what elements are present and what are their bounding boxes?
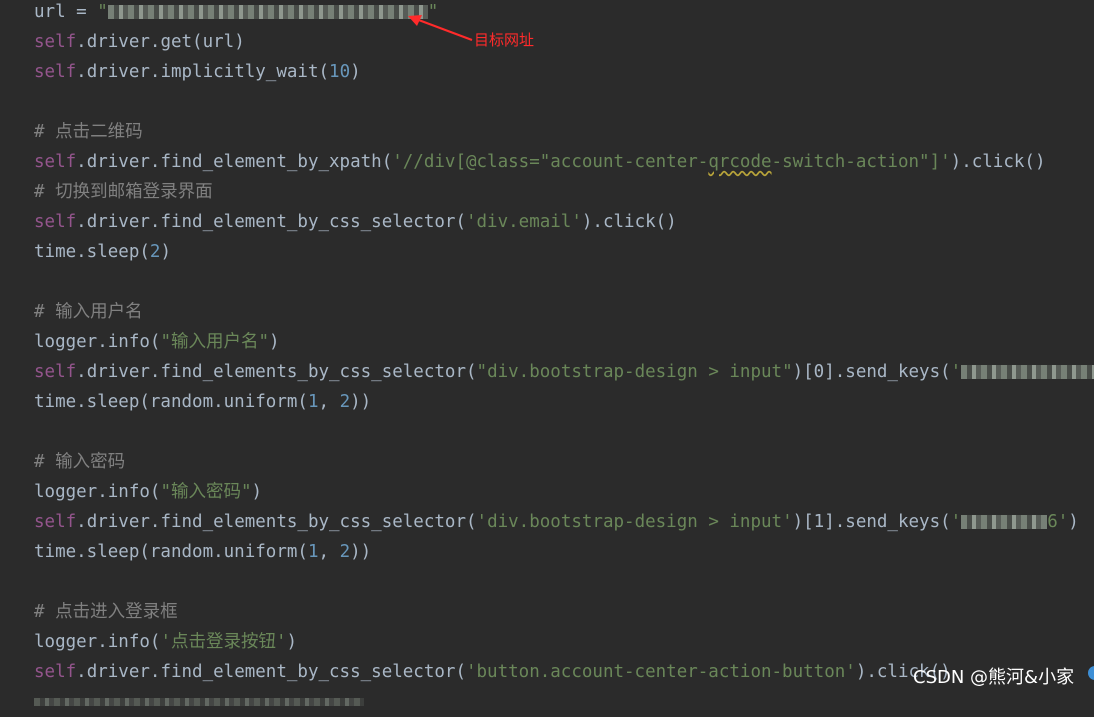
code-comment: # 输入密码: [34, 452, 126, 472]
code-token: .driver.find_elements_by_css_selector(: [76, 362, 477, 382]
code-line-partial: [34, 687, 364, 717]
string-literal: "输入密码": [160, 482, 252, 502]
code-token: .driver.find_elements_by_css_selector(: [76, 512, 477, 532]
number-literal: 2: [339, 392, 351, 412]
code-line: self.driver.find_elements_by_css_selecto…: [34, 507, 1079, 537]
string-literal: 'div.email': [465, 212, 582, 232]
code-line: self.driver.find_elements_by_css_selecto…: [34, 357, 1094, 387]
code-line: self.driver.get(url): [34, 27, 245, 57]
code-token: logger.info(: [34, 332, 161, 352]
code-token: time.sleep(random.uniform(: [34, 392, 308, 412]
cut-off-line: [34, 698, 364, 706]
code-line: logger.info("输入用户名"): [34, 327, 280, 357]
code-comment: # 切换到邮箱登录界面: [34, 182, 213, 202]
code-token: ): [160, 242, 171, 262]
code-line-url: url = " ": [34, 0, 438, 27]
string-literal: '//div[@class="account-center-: [392, 152, 709, 172]
code-line: self.driver.implicitly_wait(10): [34, 57, 361, 87]
string-quote: ': [950, 512, 962, 532]
code-token: logger.info(: [34, 632, 161, 652]
watermark: CSDN @熊河&小家: [913, 667, 1075, 688]
code-token: logger.info(: [34, 482, 161, 502]
string-literal: -switch-action"]': [771, 152, 951, 172]
code-token: ): [286, 632, 298, 652]
code-token: .driver.find_element_by_css_selector(: [76, 212, 466, 232]
number-literal: 10: [329, 62, 351, 82]
annotation-label: 目标网址: [474, 31, 535, 49]
code-token: ): [350, 62, 361, 82]
code-token: ): [251, 482, 263, 502]
code-token: time.sleep(: [34, 242, 150, 262]
number-literal: 1: [307, 392, 319, 412]
code-token: )[1].send_keys(: [792, 512, 951, 532]
code-editor[interactable]: url = " " self.driver.get(url) self.drive…: [0, 0, 1094, 706]
code-line: time.sleep(random.uniform(1, 2)): [34, 537, 371, 567]
code-comment: # 点击二维码: [34, 122, 143, 142]
code-token: ): [1068, 512, 1079, 532]
code-line: time.sleep(2): [34, 237, 171, 267]
code-token: .driver.get(url): [76, 32, 245, 52]
code-line: self.driver.find_element_by_css_selector…: [34, 207, 677, 237]
annotation-arrow-icon: [408, 15, 473, 42]
string-quote: ": [97, 2, 108, 22]
self-keyword: self: [34, 362, 77, 382]
self-keyword: self: [34, 32, 77, 52]
code-token: )[0].send_keys(: [792, 362, 951, 382]
self-keyword: self: [34, 212, 77, 232]
code-token: time.sleep(random.uniform(: [34, 542, 308, 562]
code-line: time.sleep(random.uniform(1, 2)): [34, 387, 371, 417]
code-token: .driver.implicitly_wait(: [76, 62, 330, 82]
code-line: logger.info("输入密码"): [34, 477, 262, 507]
string-literal: 6': [1047, 512, 1069, 532]
code-token: .driver.find_element_by_css_selector(: [76, 662, 466, 682]
redacted-username: [961, 365, 1094, 379]
code-line: self.driver.find_element_by_css_selector…: [34, 657, 951, 687]
redacted-url: [107, 5, 428, 19]
string-quote: ': [950, 362, 962, 382]
self-keyword: self: [34, 152, 77, 172]
code-token: ).click(): [950, 152, 1046, 172]
self-keyword: self: [34, 662, 77, 682]
string-literal: "输入用户名": [160, 332, 270, 352]
number-literal: 2: [149, 242, 161, 262]
redacted-password: [961, 515, 1048, 529]
code-token: ,: [318, 392, 340, 412]
number-literal: 2: [339, 542, 351, 562]
code-token: )): [350, 392, 372, 412]
code-comment: # 输入用户名: [34, 302, 143, 322]
code-line: self.driver.find_element_by_xpath('//div…: [34, 147, 1045, 177]
string-literal: 'div.bootstrap-design > input': [476, 512, 793, 532]
code-token: ).click(): [581, 212, 677, 232]
code-token: url =: [34, 2, 98, 22]
string-literal: '点击登录按钮': [160, 632, 287, 652]
code-token: )): [350, 542, 372, 562]
string-literal: 'button.account-center-action-button': [465, 662, 856, 682]
typo-squiggle: qrcode: [708, 152, 772, 172]
string-literal: "div.bootstrap-design > input": [476, 362, 793, 382]
code-token: .driver.find_element_by_xpath(: [76, 152, 393, 172]
number-literal: 1: [307, 542, 319, 562]
code-line: logger.info('点击登录按钮'): [34, 627, 297, 657]
self-keyword: self: [34, 512, 77, 532]
code-token: ,: [318, 542, 340, 562]
code-comment: # 点击进入登录框: [34, 602, 178, 622]
code-token: ): [269, 332, 280, 352]
self-keyword: self: [34, 62, 77, 82]
